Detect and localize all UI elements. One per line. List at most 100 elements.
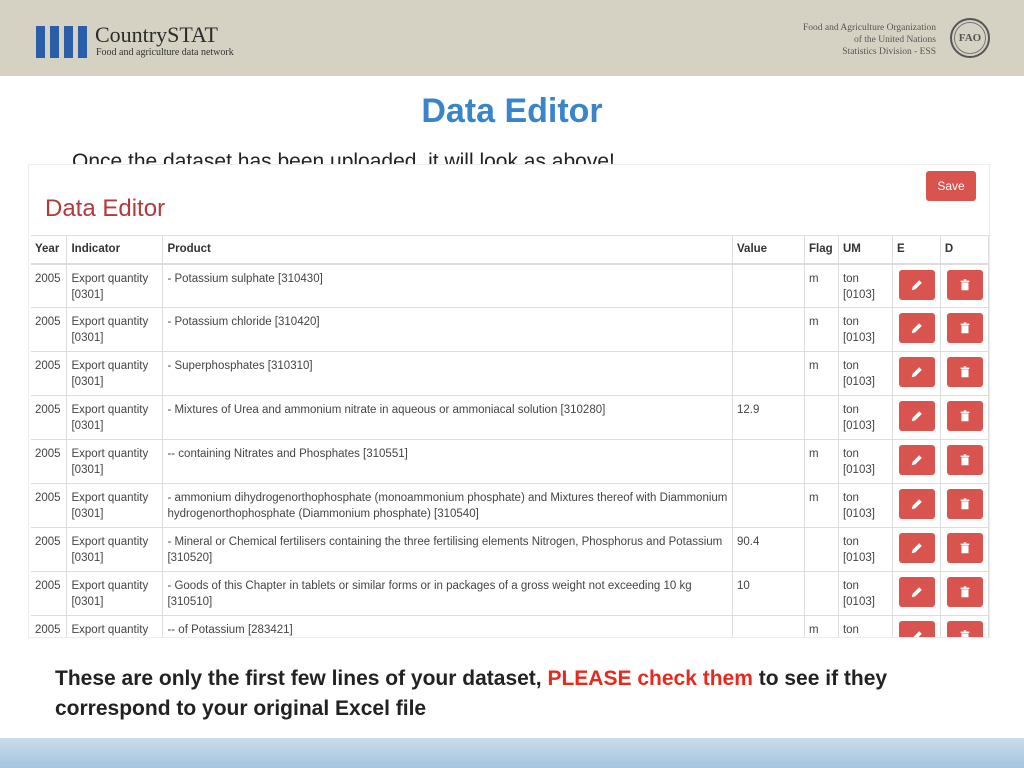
delete-row-button[interactable]	[946, 489, 983, 519]
org-line-1: Food and Agriculture Organization	[802, 23, 936, 33]
value-cell[interactable]	[732, 263, 805, 308]
column-header-value[interactable]: Value	[732, 235, 805, 265]
table-row: 2005 Export quantity [0301] - Mixtures of …	[31, 395, 989, 440]
indicator-cell[interactable]: Export quantity [0301]	[66, 483, 164, 528]
year-cell[interactable]: 2005	[31, 615, 68, 637]
indicator-cell[interactable]: Export quantity [0301]	[66, 351, 164, 396]
product-cell[interactable]: -- containing Nitrates and Phosphates [3…	[162, 439, 734, 484]
trash-icon	[958, 453, 972, 467]
delete-row-button[interactable]	[946, 357, 983, 387]
edit-cell	[892, 263, 941, 308]
year-cell[interactable]: 2005	[31, 571, 68, 616]
indicator-cell[interactable]: Export quantity [0301]	[66, 615, 164, 637]
um-cell[interactable]: ton [0103]	[838, 527, 893, 572]
flag-cell[interactable]	[804, 571, 839, 616]
product-cell[interactable]: - Goods of this Chapter in tablets or si…	[162, 571, 734, 616]
value-cell[interactable]: 12.9	[732, 395, 805, 440]
um-cell[interactable]: ton [0103]	[838, 307, 893, 352]
flag-cell[interactable]: m	[804, 483, 839, 528]
year-cell[interactable]: 2005	[31, 307, 68, 352]
pencil-icon	[910, 365, 924, 379]
delete-cell	[940, 307, 989, 352]
edit-row-button[interactable]	[898, 445, 935, 475]
column-header-product[interactable]: Product	[162, 235, 734, 265]
flag-cell[interactable]: m	[804, 439, 839, 484]
edit-cell	[892, 395, 941, 440]
indicator-cell[interactable]: Export quantity [0301]	[66, 263, 164, 308]
edit-row-button[interactable]	[898, 357, 935, 387]
product-cell[interactable]: - Potassium sulphate [310430]	[162, 263, 734, 308]
um-cell[interactable]: ton [0103]	[838, 351, 893, 396]
flag-cell[interactable]: m	[804, 263, 839, 308]
delete-row-button[interactable]	[946, 313, 983, 343]
header-banner: CountrySTAT Food and agriculture data ne…	[0, 0, 1024, 76]
edit-row-button[interactable]	[898, 577, 935, 607]
edit-cell	[892, 307, 941, 352]
year-cell[interactable]: 2005	[31, 483, 68, 528]
delete-row-button[interactable]	[946, 533, 983, 563]
um-cell[interactable]: ton [0103]	[838, 483, 893, 528]
edit-row-button[interactable]	[898, 489, 935, 519]
indicator-cell[interactable]: Export quantity [0301]	[66, 527, 164, 572]
edit-row-button[interactable]	[898, 401, 935, 431]
edit-row-button[interactable]	[898, 313, 935, 343]
flag-cell[interactable]: m	[804, 615, 839, 637]
value-cell[interactable]	[732, 439, 805, 484]
product-cell[interactable]: -- of Potassium [283421]	[162, 615, 734, 637]
delete-row-button[interactable]	[946, 269, 983, 300]
um-cell[interactable]: ton [0103]	[838, 571, 893, 616]
flag-cell[interactable]	[804, 395, 839, 440]
delete-cell	[940, 571, 989, 616]
indicator-cell[interactable]: Export quantity [0301]	[66, 307, 164, 352]
save-button[interactable]: Save	[926, 171, 976, 201]
edit-row-button[interactable]	[898, 269, 935, 300]
column-header-indicator[interactable]: Indicator	[66, 235, 164, 265]
um-cell[interactable]: ton [0103]	[838, 395, 893, 440]
indicator-cell[interactable]: Export quantity [0301]	[66, 439, 164, 484]
indicator-cell[interactable]: Export quantity [0301]	[66, 571, 164, 616]
table-row: 2005Export quantity [0301]-- of Potassiu…	[31, 615, 989, 637]
product-cell[interactable]: - Mixtures of Urea and ammonium nitrate …	[162, 395, 734, 440]
delete-row-button[interactable]	[946, 577, 983, 607]
product-cell[interactable]: - Superphosphates [310310]	[162, 351, 734, 396]
year-cell[interactable]: 2005	[31, 263, 68, 308]
delete-row-button[interactable]	[946, 401, 983, 431]
year-cell[interactable]: 2005	[31, 395, 68, 440]
value-cell[interactable]	[732, 307, 805, 352]
flag-cell[interactable]: m	[804, 351, 839, 396]
value-cell[interactable]	[732, 615, 805, 637]
column-header-year[interactable]: Year	[31, 235, 68, 265]
delete-row-button[interactable]	[946, 621, 983, 637]
um-cell[interactable]: ton [0103]	[838, 263, 893, 308]
delete-row-button[interactable]	[946, 445, 983, 475]
product-cell[interactable]: - ammonium dihydrogenorthophosphate (mon…	[162, 483, 734, 528]
flag-cell[interactable]	[804, 527, 839, 572]
value-cell[interactable]: 10	[732, 571, 805, 616]
product-cell[interactable]: - Mineral or Chemical fertilisers contai…	[162, 527, 734, 572]
value-cell[interactable]	[732, 483, 805, 528]
um-cell[interactable]: ton [0103]	[838, 439, 893, 484]
logo-title: CountrySTAT	[95, 22, 218, 47]
organization-name: Food and Agriculture Organization of the…	[803, 22, 936, 58]
pencil-icon	[910, 541, 924, 555]
delete-cell	[940, 483, 989, 528]
value-cell[interactable]: 90.4	[732, 527, 805, 572]
column-header-delete: D	[940, 235, 989, 265]
year-cell[interactable]: 2005	[31, 439, 68, 484]
countrystat-logo-icon	[36, 26, 87, 58]
edit-cell	[892, 615, 941, 637]
edit-row-button[interactable]	[898, 621, 935, 637]
column-header-flag[interactable]: Flag	[804, 235, 839, 265]
edit-cell	[892, 439, 941, 484]
indicator-cell[interactable]: Export quantity [0301]	[66, 395, 164, 440]
logo-subtitle: Food and agriculture data network	[96, 47, 234, 58]
year-cell[interactable]: 2005	[31, 351, 68, 396]
table-row: 2005 Export quantity [0301] - Goods of thi…	[31, 571, 989, 616]
column-header-um[interactable]: UM	[838, 235, 893, 265]
year-cell[interactable]: 2005	[31, 527, 68, 572]
um-cell[interactable]: ton [0103]	[838, 615, 893, 637]
flag-cell[interactable]: m	[804, 307, 839, 352]
product-cell[interactable]: - Potassium chloride [310420]	[162, 307, 734, 352]
value-cell[interactable]	[732, 351, 805, 396]
edit-row-button[interactable]	[898, 533, 935, 563]
